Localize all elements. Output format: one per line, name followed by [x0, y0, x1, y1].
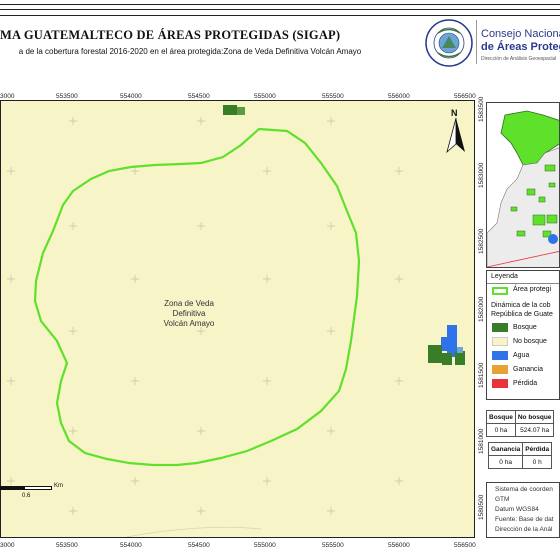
- area-label-line-3: Volcán Amayo: [163, 319, 215, 328]
- x-tick-bottom-7: 556000: [388, 542, 410, 549]
- y-tick-6: 1581000: [478, 428, 485, 454]
- top-rule-3: [0, 15, 560, 16]
- top-rule-2: [0, 9, 560, 10]
- logo-line-1: Consejo Nacional: [481, 28, 560, 40]
- scale-bar: Km 0.6: [0, 483, 63, 503]
- area-table-change: Ganancia Pérdida 0 ha 0 h: [487, 442, 553, 469]
- x-tick-top-6: 555500: [322, 93, 344, 100]
- map-sheet: MA GUATEMALTECO DE ÁREAS PROTEGIDAS (SIG…: [0, 0, 560, 560]
- x-tick-top-5: 555000: [254, 93, 276, 100]
- label-perdida: Pérdida: [513, 380, 538, 387]
- y-tick-5: 1581500: [478, 362, 485, 388]
- top-rule-1: [0, 4, 560, 5]
- logo-line-2: de Áreas Protegid: [481, 41, 560, 53]
- note-line-2: GTM: [495, 496, 510, 503]
- legend-divider: [487, 283, 559, 284]
- x-tick-top-2: 553500: [56, 93, 78, 100]
- label-ganancia: Ganancia: [513, 366, 543, 373]
- note-line-4: Fuente: Base de dat: [495, 516, 554, 523]
- x-tick-top-8: 556500: [454, 93, 476, 100]
- x-tick-bottom-1: 3000: [0, 542, 15, 549]
- protected-area-swatch: [492, 287, 508, 295]
- note-line-5: Dirección de la Anál: [495, 526, 553, 533]
- x-tick-bottom-5: 555000: [254, 542, 276, 549]
- swatch-bosque: [492, 323, 508, 332]
- swatch-agua: [492, 351, 508, 360]
- legend-title: Leyenda: [491, 273, 518, 280]
- y-tick-3: 1582500: [478, 228, 485, 254]
- inset-map-canvas: [487, 103, 559, 267]
- table1-value-bosque: 0 ha: [486, 423, 516, 437]
- area-label-line-1: Zona de Veda: [164, 299, 214, 308]
- swatch-no-bosque: [492, 337, 508, 346]
- x-tick-top-3: 554000: [120, 93, 142, 100]
- guatemala-seal-icon: [425, 19, 473, 67]
- y-tick-2: 1583000: [478, 162, 485, 188]
- legend-dynamics: Dinámica de la cob República de Guate: [491, 301, 553, 319]
- swatch-ganancia: [492, 365, 508, 374]
- x-tick-bottom-2: 553500: [56, 542, 78, 549]
- x-tick-top-4: 554500: [188, 93, 210, 100]
- label-no-bosque: No bosque: [513, 338, 547, 345]
- logo-divider: [476, 20, 477, 64]
- table2-header-perdida: Pérdida: [522, 442, 553, 456]
- main-map[interactable]: Zona de Veda Definitiva Volcán Amayo: [0, 100, 475, 538]
- table2-value-perdida: 0 h: [522, 455, 553, 469]
- north-arrow-icon: [446, 118, 465, 154]
- north-label: N: [451, 108, 458, 118]
- legend: Leyenda Área protegi Dinámica de la cob …: [486, 270, 560, 400]
- x-tick-bottom-3: 554000: [120, 542, 142, 549]
- x-tick-bottom-4: 554500: [188, 542, 210, 549]
- table2-value-ganancia: 0 ha: [487, 455, 524, 469]
- inset-locator-map[interactable]: [486, 102, 560, 268]
- y-tick-4: 1582000: [478, 296, 485, 322]
- page-subtitle: a de la cobertura forestal 2016-2020 en …: [18, 47, 362, 56]
- label-agua: Agua: [513, 352, 530, 359]
- area-label-line-2: Definitiva: [172, 309, 206, 318]
- area-label: Zona de Veda Definitiva Volcán Amayo: [129, 299, 249, 329]
- swatch-perdida: [492, 379, 508, 388]
- scale-unit: Km: [54, 483, 63, 489]
- north-arrow: N: [446, 108, 466, 154]
- table2-header-ganancia: Ganancia: [487, 442, 524, 456]
- note-line-1: Sistema de coorden: [495, 486, 553, 493]
- protected-area-boundary: [33, 127, 361, 467]
- x-tick-bottom-6: 555500: [322, 542, 344, 549]
- page-title: MA GUATEMALTECO DE ÁREAS PROTEGIDAS (SIG…: [0, 28, 341, 42]
- legend-dynamics-line-1: Dinámica de la cob: [491, 302, 551, 309]
- table1-header-bosque: Bosque: [486, 410, 516, 424]
- legend-dynamics-line-2: República de Guate: [491, 311, 553, 318]
- scale-value: 0.6: [22, 493, 31, 499]
- label-bosque: Bosque: [513, 324, 537, 331]
- map-notes: Sistema de coorden GTM Datum WGS84 Fuent…: [486, 482, 560, 538]
- note-line-3: Datum WGS84: [495, 506, 539, 513]
- area-table-forest: Bosque No bosque 0 ha 524.07 ha: [486, 410, 555, 437]
- y-tick-1: 1583500: [478, 96, 485, 122]
- protected-area-label: Área protegi: [513, 286, 552, 293]
- table1-header-no-bosque: No bosque: [514, 410, 555, 424]
- table1-value-no-bosque: 524.07 ha: [514, 423, 555, 437]
- logo-line-3: Dirección de Análisis Geoespacial: [481, 56, 557, 62]
- y-tick-7: 1580500: [478, 494, 485, 520]
- x-tick-top-7: 556000: [388, 93, 410, 100]
- forest-patches-top: [223, 105, 245, 115]
- forest-water-patch-east: [428, 325, 465, 365]
- x-tick-top-1: 3000: [0, 93, 15, 100]
- x-tick-bottom-8: 556500: [454, 542, 476, 549]
